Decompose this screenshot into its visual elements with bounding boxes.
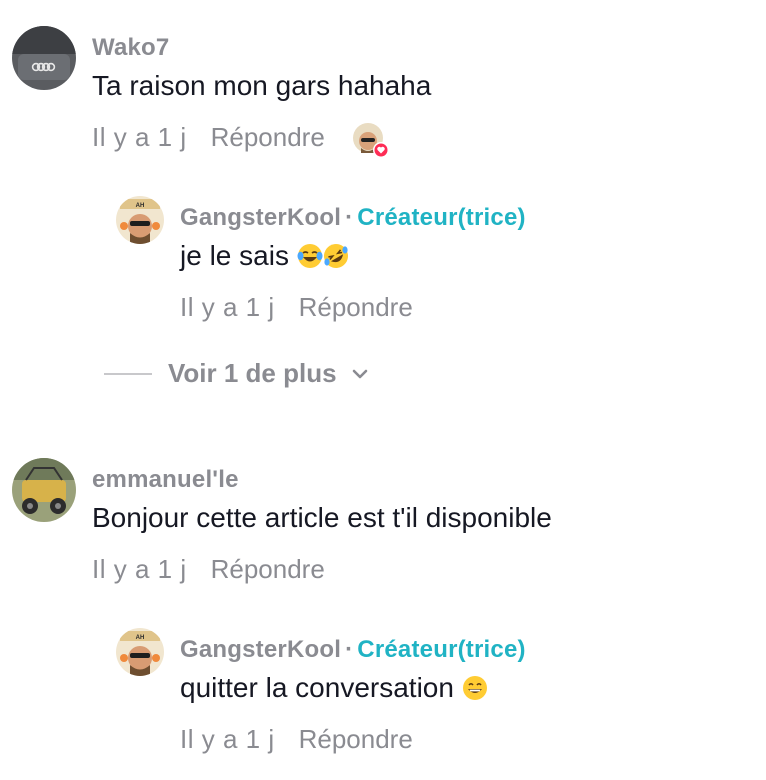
- svg-text:AH: AH: [136, 203, 145, 209]
- view-more-replies-button[interactable]: Voir 1 de plus: [104, 358, 369, 389]
- avatar[interactable]: AH: [116, 196, 164, 244]
- reply-username-row: GangsterKool · Créateur(trice): [180, 204, 526, 232]
- rolling-on-floor-laughing-icon: [323, 244, 348, 268]
- reply-button[interactable]: Répondre: [211, 554, 325, 585]
- face-with-tears-of-joy-icon: [297, 244, 323, 268]
- creator-role-label: Créateur(trice): [357, 204, 526, 231]
- reply-time: Il y a 1 j: [180, 724, 275, 754]
- comment-meta: Il y a 1 j Répondre: [92, 122, 325, 153]
- reply-meta: Il y a 1 j Répondre: [180, 724, 413, 755]
- reply-meta: Il y a 1 j Répondre: [180, 292, 413, 323]
- reply-button[interactable]: Répondre: [299, 292, 413, 323]
- comment-text-content: Bonjour cette article est t'il disponibl…: [92, 502, 552, 533]
- separator-dot: ·: [345, 204, 354, 231]
- reply-button[interactable]: Répondre: [211, 122, 325, 153]
- comment-text: Ta raison mon gars hahaha: [92, 70, 431, 102]
- comment-text-content: Ta raison mon gars hahaha: [92, 70, 432, 101]
- separator-dot: ·: [345, 636, 354, 663]
- comment-username[interactable]: emmanuel'le: [92, 466, 239, 494]
- chevron-down-icon: [352, 369, 367, 378]
- creator-role-label: Créateur(trice): [357, 636, 526, 663]
- comments-list: Wako7 Ta raison mon gars hahaha Il y a 1…: [0, 0, 766, 780]
- creator-avatar-icon: AH: [116, 628, 164, 676]
- reply-text-content: quitter la conversation: [180, 672, 454, 703]
- reply-text: je le sais: [180, 240, 349, 272]
- reply-button[interactable]: Répondre: [299, 724, 413, 755]
- divider-line: [104, 372, 152, 375]
- comment-meta: Il y a 1 j Répondre: [92, 554, 325, 585]
- comment-text: Bonjour cette article est t'il disponibl…: [92, 502, 552, 534]
- reply-text: quitter la conversation: [180, 672, 488, 704]
- buggy-photo-icon: [12, 458, 76, 522]
- reply-username[interactable]: GangsterKool: [180, 204, 341, 231]
- avatar[interactable]: AH: [116, 628, 164, 676]
- comment-time: Il y a 1 j: [92, 122, 187, 152]
- reply-username-row: GangsterKool · Créateur(trice): [180, 636, 526, 664]
- reply-time: Il y a 1 j: [180, 292, 275, 322]
- avatar[interactable]: [12, 458, 76, 522]
- creator-avatar-heart-icon: [353, 123, 389, 158]
- svg-text:AH: AH: [136, 635, 145, 641]
- reply-text-content: je le sais: [180, 240, 289, 271]
- avatar[interactable]: [12, 26, 76, 90]
- grinning-face-with-big-eyes-icon: [462, 676, 487, 700]
- comment-username[interactable]: Wako7: [92, 34, 169, 62]
- creator-liked-badge: [352, 122, 389, 158]
- reply-username[interactable]: GangsterKool: [180, 636, 341, 663]
- creator-avatar-icon: AH: [116, 196, 164, 244]
- car-seat-photo-icon: [12, 26, 76, 90]
- comment-time: Il y a 1 j: [92, 554, 187, 584]
- view-more-label: Voir 1 de plus: [168, 358, 337, 388]
